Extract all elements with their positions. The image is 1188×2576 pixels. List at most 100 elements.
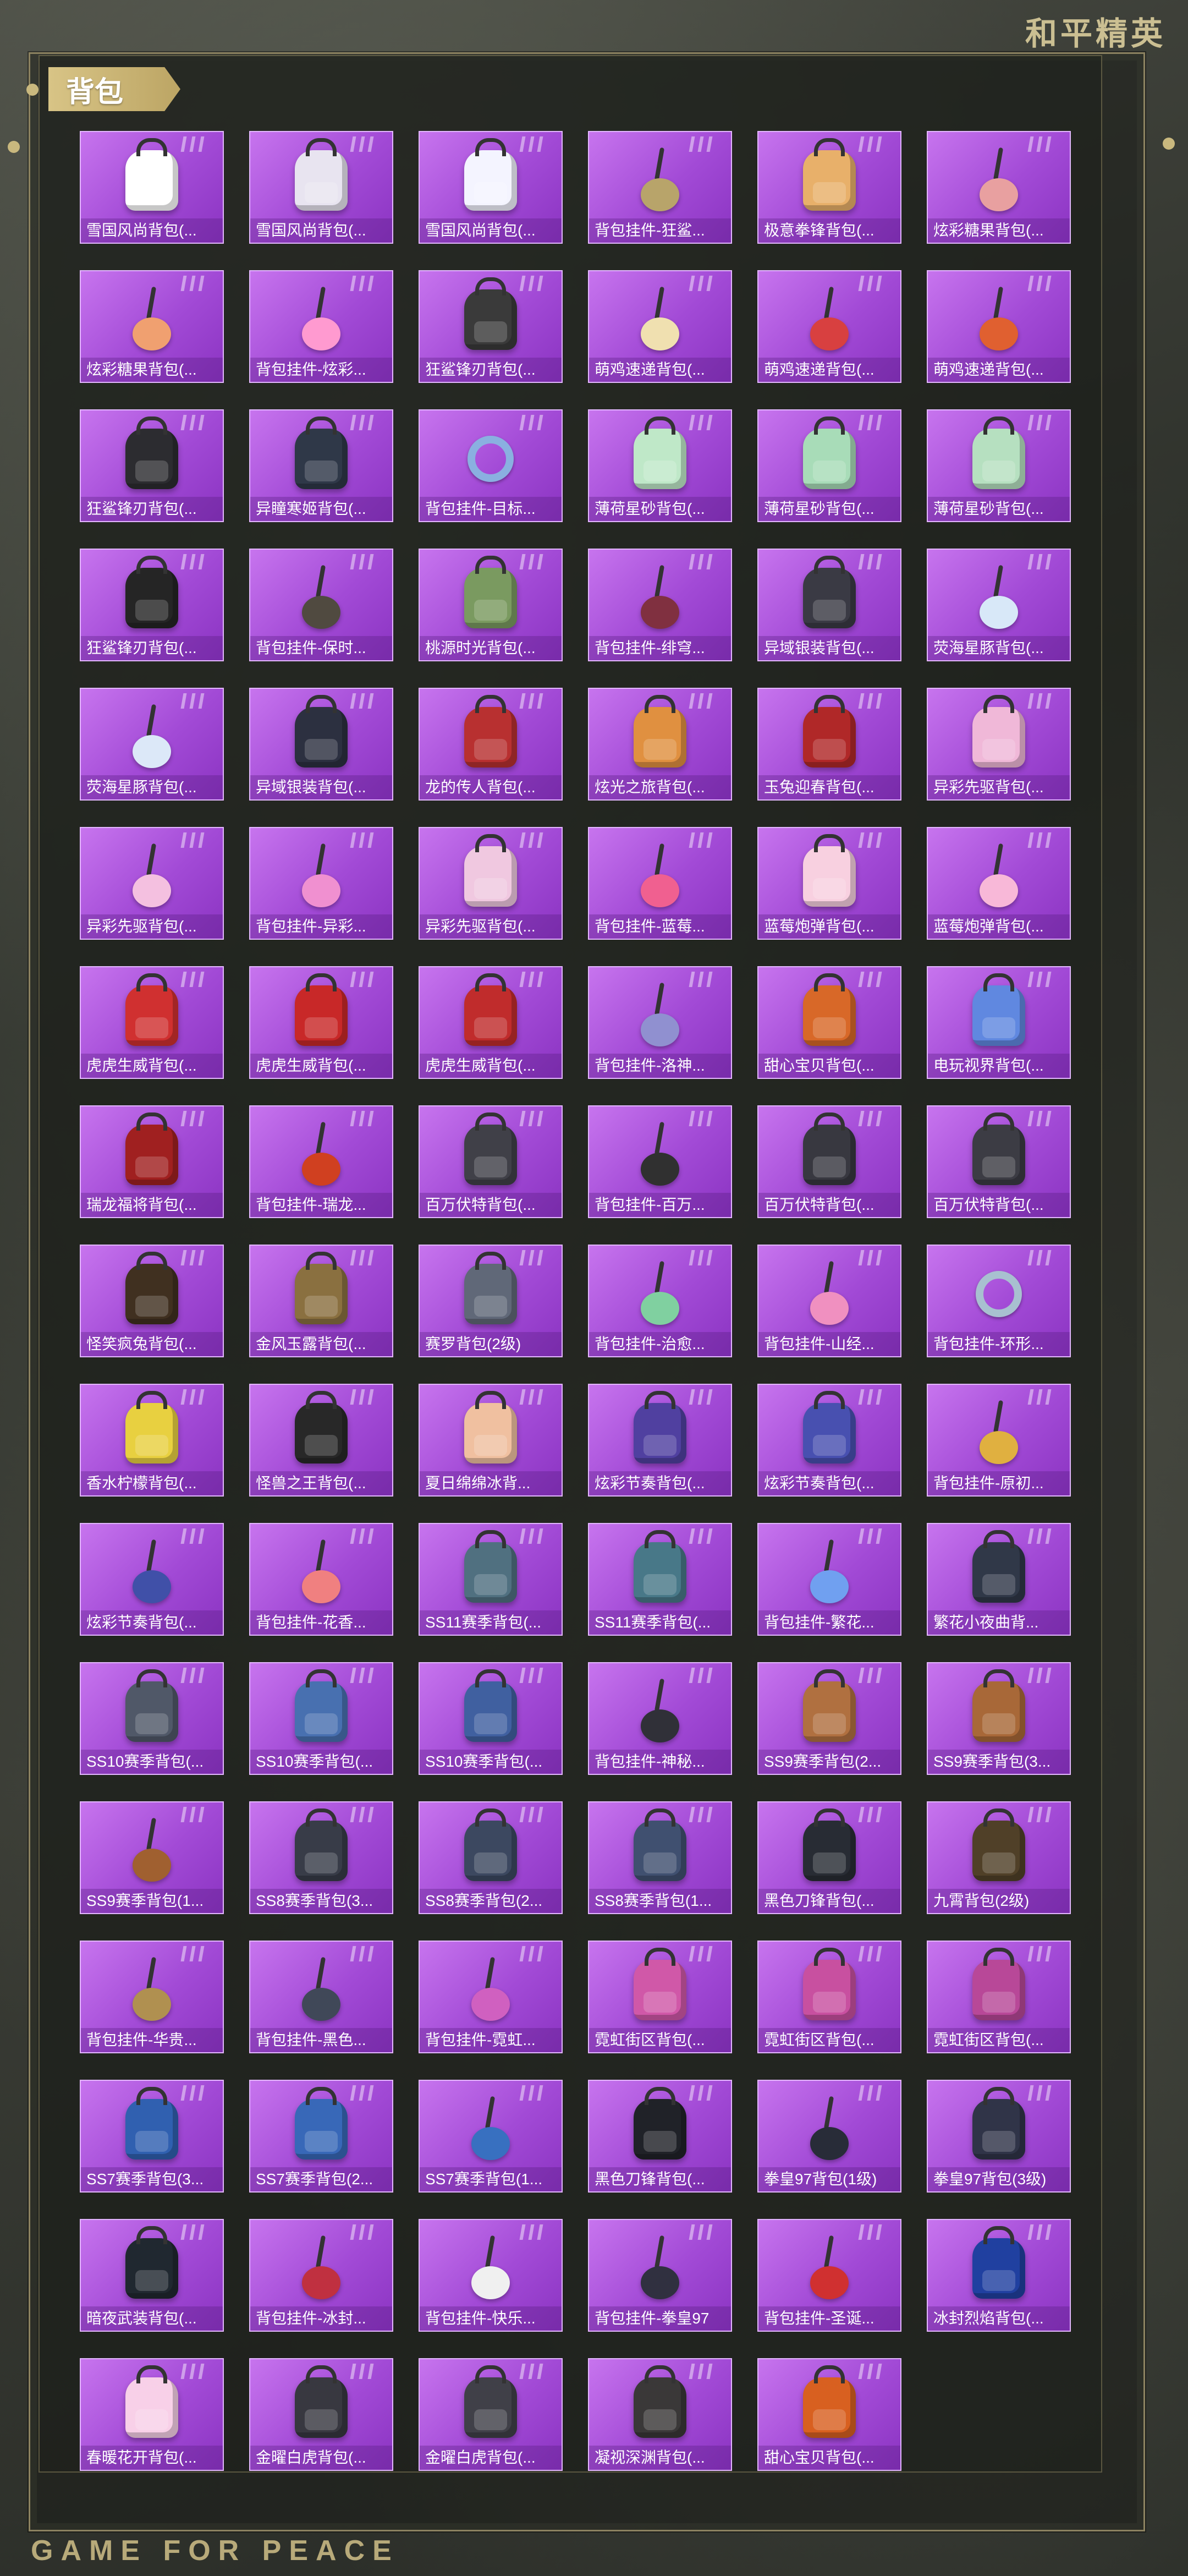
item-card[interactable]: SS10赛季背包(... bbox=[80, 1662, 224, 1775]
item-card[interactable]: SS9赛季背包(1... bbox=[80, 1801, 224, 1914]
item-card[interactable]: 背包挂件-异彩... bbox=[249, 827, 393, 940]
item-card[interactable]: 背包挂件-花香... bbox=[249, 1523, 393, 1636]
item-card[interactable]: SS9赛季背包(3... bbox=[927, 1662, 1071, 1775]
item-card[interactable]: 背包挂件-山经... bbox=[757, 1245, 901, 1357]
item-card[interactable]: 背包挂件-环形... bbox=[927, 1245, 1071, 1357]
item-card[interactable]: 异彩先驱背包(... bbox=[80, 827, 224, 940]
item-card[interactable]: 虎虎生威背包(... bbox=[419, 966, 563, 1079]
item-card[interactable]: 炫彩糖果背包(... bbox=[80, 270, 224, 383]
item-card[interactable]: SS7赛季背包(2... bbox=[249, 2080, 393, 2193]
item-card[interactable]: 瑞龙福将背包(... bbox=[80, 1105, 224, 1218]
item-card[interactable]: 极意拳锋背包(... bbox=[757, 131, 901, 244]
item-card[interactable]: 九霄背包(2级) bbox=[927, 1801, 1071, 1914]
item-card[interactable]: 背包挂件-繁花... bbox=[757, 1523, 901, 1636]
item-card[interactable]: 背包挂件-绯穹... bbox=[588, 549, 732, 661]
item-card[interactable]: 雪国风尚背包(... bbox=[419, 131, 563, 244]
item-card[interactable]: 萌鸡速递背包(... bbox=[927, 270, 1071, 383]
item-card[interactable]: 异瞳寒姬背包(... bbox=[249, 409, 393, 522]
item-card[interactable]: SS11赛季背包(... bbox=[588, 1523, 732, 1636]
item-card[interactable]: 异彩先驱背包(... bbox=[927, 688, 1071, 801]
item-card[interactable]: 雪国风尚背包(... bbox=[249, 131, 393, 244]
item-card[interactable]: 电玩视界背包(... bbox=[927, 966, 1071, 1079]
item-card[interactable]: 香水柠檬背包(... bbox=[80, 1384, 224, 1497]
item-card[interactable]: 百万伏特背包(... bbox=[757, 1105, 901, 1218]
item-card[interactable]: 金曜白虎背包(... bbox=[249, 2358, 393, 2471]
item-card[interactable]: 繁花小夜曲背... bbox=[927, 1523, 1071, 1636]
item-card[interactable]: 背包挂件-霓虹... bbox=[419, 1941, 563, 2053]
item-card[interactable]: SS8赛季背包(2... bbox=[419, 1801, 563, 1914]
item-card[interactable]: 异域银装背包(... bbox=[757, 549, 901, 661]
item-card[interactable]: 炫彩节奏背包(... bbox=[588, 1384, 732, 1497]
item-card[interactable]: 背包挂件-狂鲨... bbox=[588, 131, 732, 244]
item-card[interactable]: SS10赛季背包(... bbox=[419, 1662, 563, 1775]
item-card[interactable]: 萌鸡速递背包(... bbox=[588, 270, 732, 383]
item-card[interactable]: 百万伏特背包(... bbox=[419, 1105, 563, 1218]
item-card[interactable]: 背包挂件-神秘... bbox=[588, 1662, 732, 1775]
item-card[interactable]: 雪国风尚背包(... bbox=[80, 131, 224, 244]
item-card[interactable]: SS8赛季背包(3... bbox=[249, 1801, 393, 1914]
item-card[interactable]: 虎虎生威背包(... bbox=[80, 966, 224, 1079]
item-card[interactable]: 霓虹街区背包(... bbox=[588, 1941, 732, 2053]
item-card[interactable]: 怪笑疯兔背包(... bbox=[80, 1245, 224, 1357]
item-card[interactable]: 炫彩节奏背包(... bbox=[80, 1523, 224, 1636]
item-card[interactable]: 拳皇97背包(1级) bbox=[757, 2080, 901, 2193]
item-card[interactable]: 背包挂件-原初... bbox=[927, 1384, 1071, 1497]
item-card[interactable]: 黑色刀锋背包(... bbox=[588, 2080, 732, 2193]
item-card[interactable]: SS9赛季背包(2... bbox=[757, 1662, 901, 1775]
item-card[interactable]: 背包挂件-洛神... bbox=[588, 966, 732, 1079]
item-card[interactable]: 霓虹街区背包(... bbox=[927, 1941, 1071, 2053]
item-card[interactable]: 霓虹街区背包(... bbox=[757, 1941, 901, 2053]
item-card[interactable]: 背包挂件-百万... bbox=[588, 1105, 732, 1218]
item-card[interactable]: SS7赛季背包(3... bbox=[80, 2080, 224, 2193]
item-card[interactable]: 薄荷星砂背包(... bbox=[757, 409, 901, 522]
item-card[interactable]: 背包挂件-蓝莓... bbox=[588, 827, 732, 940]
item-card[interactable]: 荧海星豚背包(... bbox=[80, 688, 224, 801]
item-card[interactable]: 金风玉露背包(... bbox=[249, 1245, 393, 1357]
item-card[interactable]: SS11赛季背包(... bbox=[419, 1523, 563, 1636]
item-card[interactable]: 夏日绵绵冰背... bbox=[419, 1384, 563, 1497]
item-card[interactable]: 蓝莓炮弹背包(... bbox=[757, 827, 901, 940]
item-card[interactable]: 异域银装背包(... bbox=[249, 688, 393, 801]
item-card[interactable]: 甜心宝贝背包(... bbox=[757, 966, 901, 1079]
item-card[interactable]: 龙的传人背包(... bbox=[419, 688, 563, 801]
item-card[interactable]: 狂鲨锋刃背包(... bbox=[419, 270, 563, 383]
item-card[interactable]: 春暖花开背包(... bbox=[80, 2358, 224, 2471]
item-card[interactable]: 背包挂件-目标... bbox=[419, 409, 563, 522]
item-card[interactable]: 狂鲨锋刃背包(... bbox=[80, 409, 224, 522]
item-card[interactable]: 冰封烈焰背包(... bbox=[927, 2219, 1071, 2332]
item-card[interactable]: 荧海星豚背包(... bbox=[927, 549, 1071, 661]
item-card[interactable]: 背包挂件-炫彩... bbox=[249, 270, 393, 383]
item-card[interactable]: 炫彩糖果背包(... bbox=[927, 131, 1071, 244]
item-card[interactable]: 背包挂件-保时... bbox=[249, 549, 393, 661]
item-card[interactable]: SS8赛季背包(1... bbox=[588, 1801, 732, 1914]
item-card[interactable]: 薄荷星砂背包(... bbox=[927, 409, 1071, 522]
item-card[interactable]: 炫光之旅背包(... bbox=[588, 688, 732, 801]
item-card[interactable]: 背包挂件-快乐... bbox=[419, 2219, 563, 2332]
item-card[interactable]: 背包挂件-瑞龙... bbox=[249, 1105, 393, 1218]
item-card[interactable]: 背包挂件-拳皇97 bbox=[588, 2219, 732, 2332]
item-card[interactable]: 怪兽之王背包(... bbox=[249, 1384, 393, 1497]
item-card[interactable]: 金曜白虎背包(... bbox=[419, 2358, 563, 2471]
item-card[interactable]: 萌鸡速递背包(... bbox=[757, 270, 901, 383]
item-card[interactable]: 异彩先驱背包(... bbox=[419, 827, 563, 940]
item-card[interactable]: 暗夜武装背包(... bbox=[80, 2219, 224, 2332]
item-card[interactable]: 背包挂件-黑色... bbox=[249, 1941, 393, 2053]
item-card[interactable]: 背包挂件-冰封... bbox=[249, 2219, 393, 2332]
item-card[interactable]: 蓝莓炮弹背包(... bbox=[927, 827, 1071, 940]
item-card[interactable]: 百万伏特背包(... bbox=[927, 1105, 1071, 1218]
item-card[interactable]: 背包挂件-治愈... bbox=[588, 1245, 732, 1357]
item-card[interactable]: 黑色刀锋背包(... bbox=[757, 1801, 901, 1914]
item-card[interactable]: 薄荷星砂背包(... bbox=[588, 409, 732, 522]
item-card[interactable]: 甜心宝贝背包(... bbox=[757, 2358, 901, 2471]
item-card[interactable]: SS7赛季背包(1... bbox=[419, 2080, 563, 2193]
item-card[interactable]: 桃源时光背包(... bbox=[419, 549, 563, 661]
item-card[interactable]: 虎虎生威背包(... bbox=[249, 966, 393, 1079]
item-card[interactable]: SS10赛季背包(... bbox=[249, 1662, 393, 1775]
item-card[interactable]: 背包挂件-华贵... bbox=[80, 1941, 224, 2053]
item-card[interactable]: 背包挂件-圣诞... bbox=[757, 2219, 901, 2332]
item-card[interactable]: 凝视深渊背包(... bbox=[588, 2358, 732, 2471]
item-card[interactable]: 炫彩节奏背包(... bbox=[757, 1384, 901, 1497]
item-card[interactable]: 拳皇97背包(3级) bbox=[927, 2080, 1071, 2193]
item-card[interactable]: 玉兔迎春背包(... bbox=[757, 688, 901, 801]
item-card[interactable]: 狂鲨锋刃背包(... bbox=[80, 549, 224, 661]
